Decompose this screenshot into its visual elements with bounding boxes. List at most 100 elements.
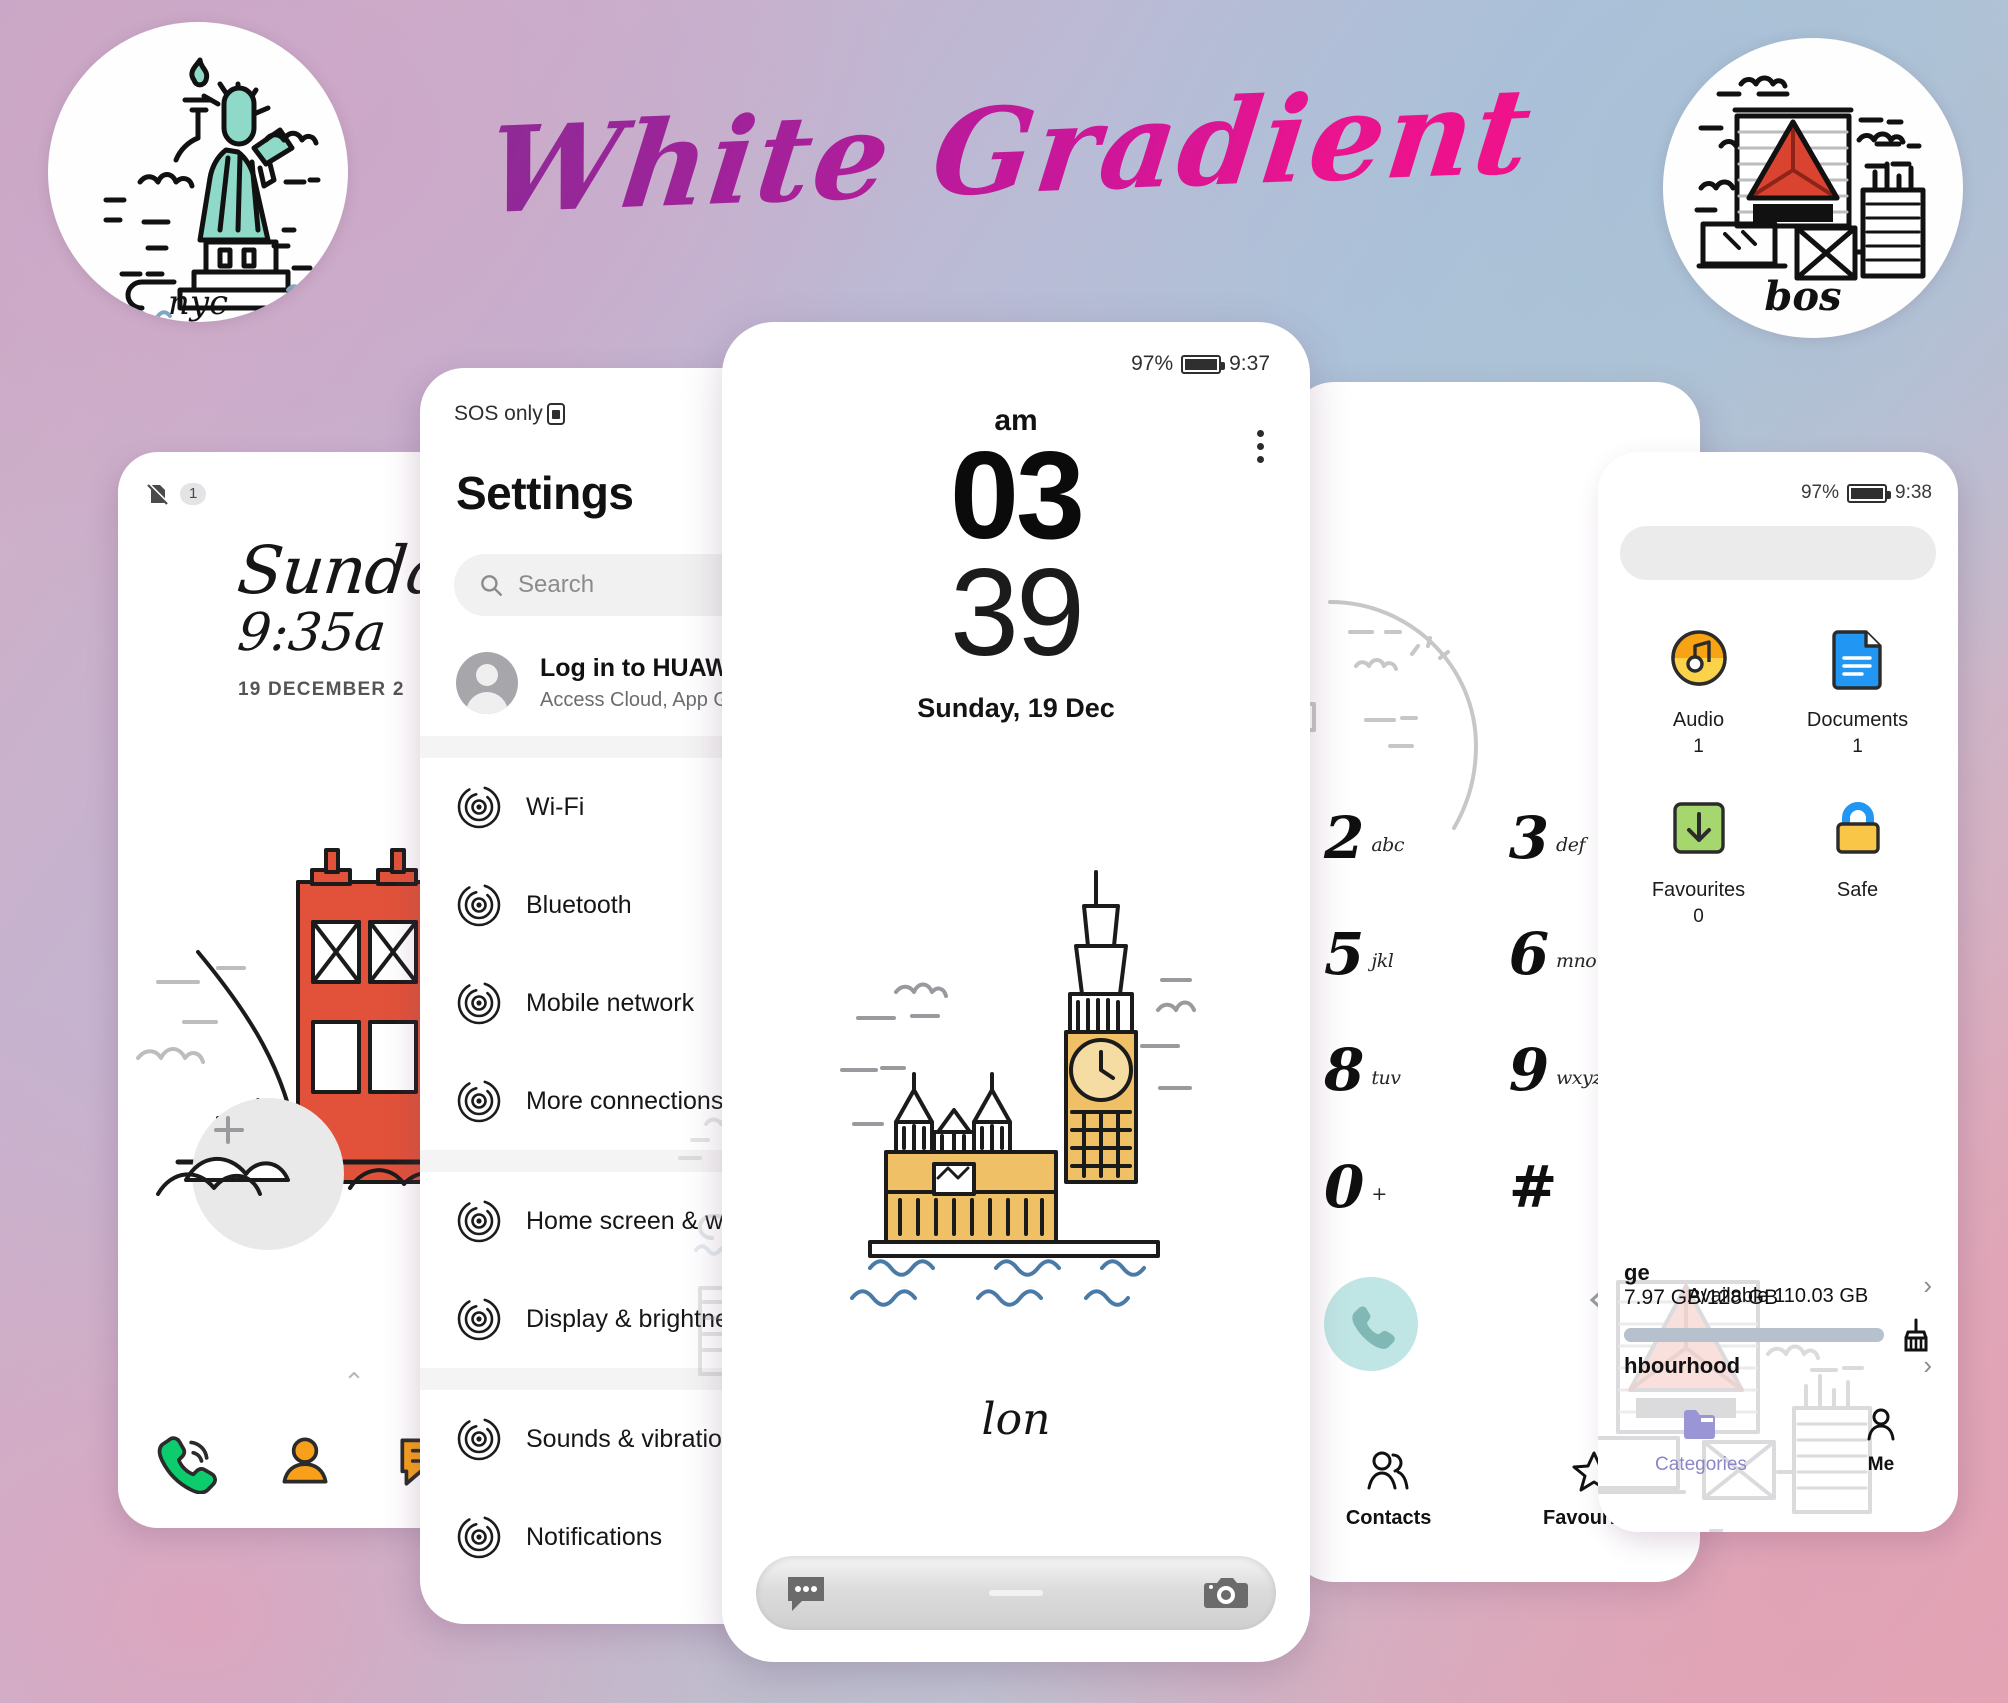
phone-lockscreen-center: 97% 9:37 am 03 39 Sunday, 19 Dec lon [722,322,1310,1662]
rings-icon [457,883,501,927]
category-count: 0 [1693,906,1704,927]
favourites-icon [1672,802,1725,854]
key-letters: mno [1556,950,1597,973]
rings-icon [457,1199,501,1243]
tab-me[interactable]: Me [1861,1407,1901,1476]
status-time: 9:37 [1229,352,1270,375]
files-watermark-label: bos [1704,1520,1812,1532]
files-search-input[interactable] [1620,526,1936,580]
boston-landmark-icon: bos [1694,75,1926,320]
call-button[interactable] [1324,1276,1418,1371]
category-count: 1 [1852,736,1863,757]
files-storage-summary: Available 110.03 GB [1598,1285,1958,1352]
storage-bar-row [1624,1318,1932,1352]
home-indicator[interactable] [989,1590,1043,1596]
contacts-icon[interactable] [272,1428,338,1494]
key-digit: 6 [1508,920,1550,989]
badge-bos-label: bos [1764,273,1841,320]
row-label: ge [1624,1260,1650,1285]
settings-item-label: Display & brightness [526,1304,754,1333]
camera-icon[interactable] [1202,1569,1250,1617]
overflow-menu-button[interactable] [1257,430,1264,463]
settings-item-label: More connections [526,1086,724,1115]
battery-icon [1847,483,1892,503]
category-label: Safe [1836,879,1879,901]
dialer-key-2[interactable]: 2 abc [1324,804,1481,872]
tab-label: Contacts [1345,1507,1432,1529]
files-category-safe[interactable]: Safe [1783,794,1932,928]
sim-card-icon [546,403,565,425]
notification-count: 1 [180,483,207,505]
key-letters: def [1556,834,1585,857]
settings-item-label: Sounds & vibration [526,1424,736,1453]
dialer-key-5[interactable]: 5 jkl [1324,920,1481,989]
lockscreen-bottom-bar [756,1556,1276,1630]
rings-icon [457,1417,501,1461]
person-icon [1867,1408,1895,1441]
key-letters: wxyz [1556,1066,1602,1089]
documents-icon [1831,630,1882,690]
key-digit: 2 [1324,804,1365,872]
statue-of-liberty-icon: nyc [103,57,323,322]
files-category-grid: Audio 1 Documents 1 Favourites 0 Safe [1598,580,1958,928]
dialer-key-0[interactable]: 0 + [1324,1152,1481,1221]
files-category-documents[interactable]: Documents 1 [1783,624,1932,758]
status-sos-text: SOS only [454,402,543,425]
key-letters: jkl [1371,950,1394,973]
phone-icon[interactable] [152,1428,218,1494]
rings-icon [457,1515,501,1559]
storage-progress-bar [1624,1328,1884,1342]
search-icon [481,575,502,596]
key-digit: 0 [1324,1152,1365,1221]
battery-percent: 97% [1800,482,1840,503]
chevron-right-icon: › [1923,1350,1932,1380]
status-bar-center: 97% 9:37 [722,322,1310,376]
dialer-key-8[interactable]: 8 tuv [1324,1036,1481,1105]
avatar [456,652,518,714]
tab-label: Categories [1655,1454,1747,1475]
category-label: Audio [1672,709,1725,731]
contacts-icon [1367,1451,1409,1490]
key-digit: 8 [1324,1036,1365,1105]
tab-label: Me [1867,1454,1895,1475]
key-digit: 3 [1508,804,1550,872]
big-ben-art [840,870,1196,1307]
status-time: 9:38 [1895,482,1932,503]
broom-icon[interactable] [1900,1318,1932,1352]
files-category-favourites[interactable]: Favourites 0 [1624,794,1773,928]
rings-icon [457,1079,501,1123]
tab-categories[interactable]: Categories [1655,1407,1747,1476]
rings-icon [457,1297,501,1341]
status-bar-files: 97% 9:38 [1598,452,1958,504]
search-placeholder: Search [518,571,595,598]
folder-icon [1683,1410,1715,1439]
lockscreen-art-label: lon [981,1394,1051,1445]
files-tabs: Categories Me [1598,1407,1958,1476]
files-category-audio[interactable]: Audio 1 [1624,624,1773,758]
settings-item-label: Notifications [526,1522,663,1551]
no-sim-icon [147,483,169,505]
page-title: White Gradient [480,60,1540,240]
tab-contacts[interactable]: Contacts [1345,1450,1432,1530]
key-digit: 5 [1324,920,1365,989]
category-count: 1 [1693,736,1704,757]
row-label: hbourhood [1624,1352,1741,1378]
category-label: Documents [1806,709,1909,731]
key-letters: abc [1371,834,1404,857]
key-letters: tuv [1371,1066,1401,1089]
key-digit: # [1508,1152,1558,1221]
messages-icon[interactable] [782,1569,830,1617]
title-text: White Gradient [480,60,1540,240]
settings-item-label: Bluetooth [526,890,632,919]
badge-nyc-label: nyc [168,283,228,322]
clock-minutes: 39 [950,543,1085,682]
clock-hours: 03 [950,427,1085,565]
safe-icon [1835,802,1880,854]
badge-nyc: nyc [48,22,348,322]
battery-icon [1181,354,1226,374]
category-label: Favourites [1651,879,1746,901]
clock-date: Sunday, 19 Dec [917,693,1115,724]
rings-icon [457,785,501,829]
audio-icon [1670,630,1727,686]
call-icon [1352,1306,1395,1349]
